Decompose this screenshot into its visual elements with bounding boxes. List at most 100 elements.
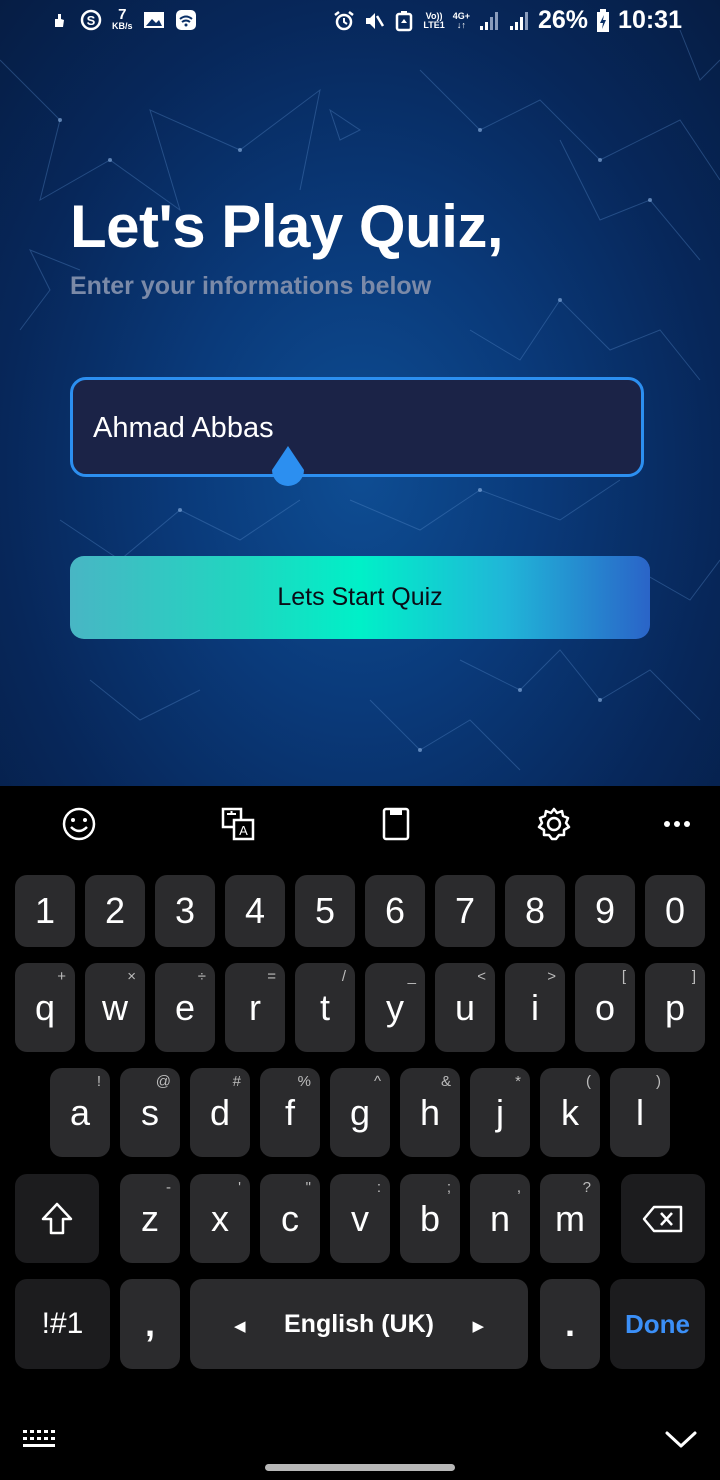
name-input-value[interactable]: Ahmad Abbas (93, 412, 274, 445)
mute-icon (363, 10, 385, 32)
clipboard-icon[interactable] (376, 804, 416, 844)
key-alt: * (515, 1073, 521, 1090)
image-icon (143, 9, 165, 31)
key-letter: m (555, 1197, 585, 1239)
key-alt: & (440, 1073, 451, 1090)
arrow-left-icon: ◀ (234, 1318, 246, 1335)
key-4[interactable]: 4 (225, 875, 285, 947)
name-input[interactable]: Ahmad Abbas (70, 377, 644, 486)
home-indicator[interactable] (265, 1464, 455, 1471)
key-d[interactable]: d # (190, 1068, 250, 1157)
key-letter: c (281, 1197, 299, 1239)
key-alt: @ (155, 1073, 171, 1090)
keyboard-switch-icon[interactable] (22, 1428, 58, 1455)
key-o[interactable]: o[ (575, 963, 635, 1052)
emoji-icon[interactable] (59, 804, 99, 844)
key-f[interactable]: f% (260, 1068, 320, 1157)
text-cursor-handle-icon[interactable] (269, 446, 307, 492)
key-s[interactable]: s @ (120, 1068, 180, 1157)
key-letter: k (561, 1091, 579, 1133)
done-key[interactable]: Done (610, 1279, 705, 1369)
key-3[interactable]: 3 (155, 875, 215, 947)
key-letter: r (249, 986, 261, 1028)
key-n[interactable]: n, (470, 1174, 530, 1263)
key-6[interactable]: 6 (365, 875, 425, 947)
period-key[interactable]: . (540, 1279, 600, 1369)
key-alt: ! (96, 1073, 101, 1090)
key-1[interactable]: 1 (15, 875, 75, 947)
net-speed: 7 KB/s (112, 6, 133, 31)
backspace-key[interactable] (621, 1174, 705, 1263)
quiz-screen: S 7 KB/s Vo)) LTE1 4G+ ↓↑ 26% 10:31 Let'… (0, 0, 720, 786)
status-bar: S 7 KB/s Vo)) LTE1 4G+ ↓↑ 26% 10:31 (0, 0, 720, 44)
key-alt: , (516, 1179, 521, 1196)
key-letter: f (284, 1091, 295, 1133)
settings-icon[interactable] (534, 804, 574, 844)
key-alt: ) (656, 1073, 661, 1090)
key-j[interactable]: j * (470, 1068, 530, 1157)
key-9[interactable]: 9 (575, 875, 635, 947)
start-quiz-button[interactable]: Lets Start Quiz (70, 556, 650, 639)
key-alt: " (305, 1179, 311, 1196)
alarm-icon (333, 10, 355, 32)
chevron-down-icon[interactable] (664, 1428, 698, 1455)
key-alt: _ (407, 968, 416, 985)
key-alt: # (232, 1073, 241, 1090)
shift-key[interactable] (15, 1174, 99, 1263)
key-l[interactable]: l) (610, 1068, 670, 1157)
key-h[interactable]: h & (400, 1068, 460, 1157)
key-0[interactable]: 0 (645, 875, 705, 947)
key-letter: u (454, 986, 476, 1028)
translate-icon[interactable]: A (218, 804, 258, 844)
key-5[interactable]: 5 (295, 875, 355, 947)
key-letter: b (419, 1197, 441, 1239)
keyboard-toolbar: A (0, 786, 720, 862)
key-letter: v (351, 1197, 369, 1239)
network-type: 4G+ ↓↑ (452, 10, 470, 30)
symbols-key[interactable]: !#1 (15, 1279, 110, 1369)
key-g[interactable]: g ^ (330, 1068, 390, 1157)
key-letter: i (531, 986, 539, 1028)
battery-percent: 26% (538, 6, 589, 34)
key-x[interactable]: x ' (190, 1174, 250, 1263)
key-8[interactable]: 8 (505, 875, 565, 947)
page-subtitle: Enter your informations below (70, 272, 432, 300)
key-u[interactable]: u < (435, 963, 495, 1052)
key-i[interactable]: i > (505, 963, 565, 1052)
key-alt: % (297, 1073, 311, 1090)
shift-icon (41, 1202, 73, 1234)
key-alt: > (547, 968, 556, 985)
key-b[interactable]: b; (400, 1174, 460, 1263)
key-m[interactable]: m? (540, 1174, 600, 1263)
key-alt: ? (582, 1179, 591, 1196)
key-r[interactable]: r = (225, 963, 285, 1052)
key-letter: w (102, 986, 128, 1028)
keyboard: A 1 2 3 4 5 6 7 8 9 0 q + w × e ÷ r = t / y _ … (0, 786, 720, 1480)
key-y[interactable]: y _ (365, 963, 425, 1052)
key-q[interactable]: q + (15, 963, 75, 1052)
key-alt: = (267, 968, 276, 985)
key-7[interactable]: 7 (435, 875, 495, 947)
key-z[interactable]: z- (120, 1174, 180, 1263)
key-a[interactable]: a! (50, 1068, 110, 1157)
key-letter: j (496, 1091, 504, 1133)
key-alt: ; (446, 1179, 451, 1196)
key-letter: o (594, 986, 616, 1028)
key-e[interactable]: e ÷ (155, 963, 215, 1052)
more-icon[interactable] (657, 804, 697, 844)
space-key[interactable]: ◀ English (UK) ▶ (190, 1279, 528, 1369)
key-letter: a (69, 1091, 91, 1133)
key-p[interactable]: p] (645, 963, 705, 1052)
key-k[interactable]: k( (540, 1068, 600, 1157)
key-alt: - (166, 1179, 171, 1196)
key-2[interactable]: 2 (85, 875, 145, 947)
key-v[interactable]: v: (330, 1174, 390, 1263)
key-w[interactable]: w × (85, 963, 145, 1052)
comma-key[interactable]: , (120, 1279, 180, 1369)
key-t[interactable]: t / (295, 963, 355, 1052)
wifi-icon (175, 9, 197, 31)
key-alt: ' (238, 1179, 241, 1196)
key-c[interactable]: c " (260, 1174, 320, 1263)
key-alt: [ (621, 968, 626, 985)
key-letter: q (34, 986, 56, 1028)
